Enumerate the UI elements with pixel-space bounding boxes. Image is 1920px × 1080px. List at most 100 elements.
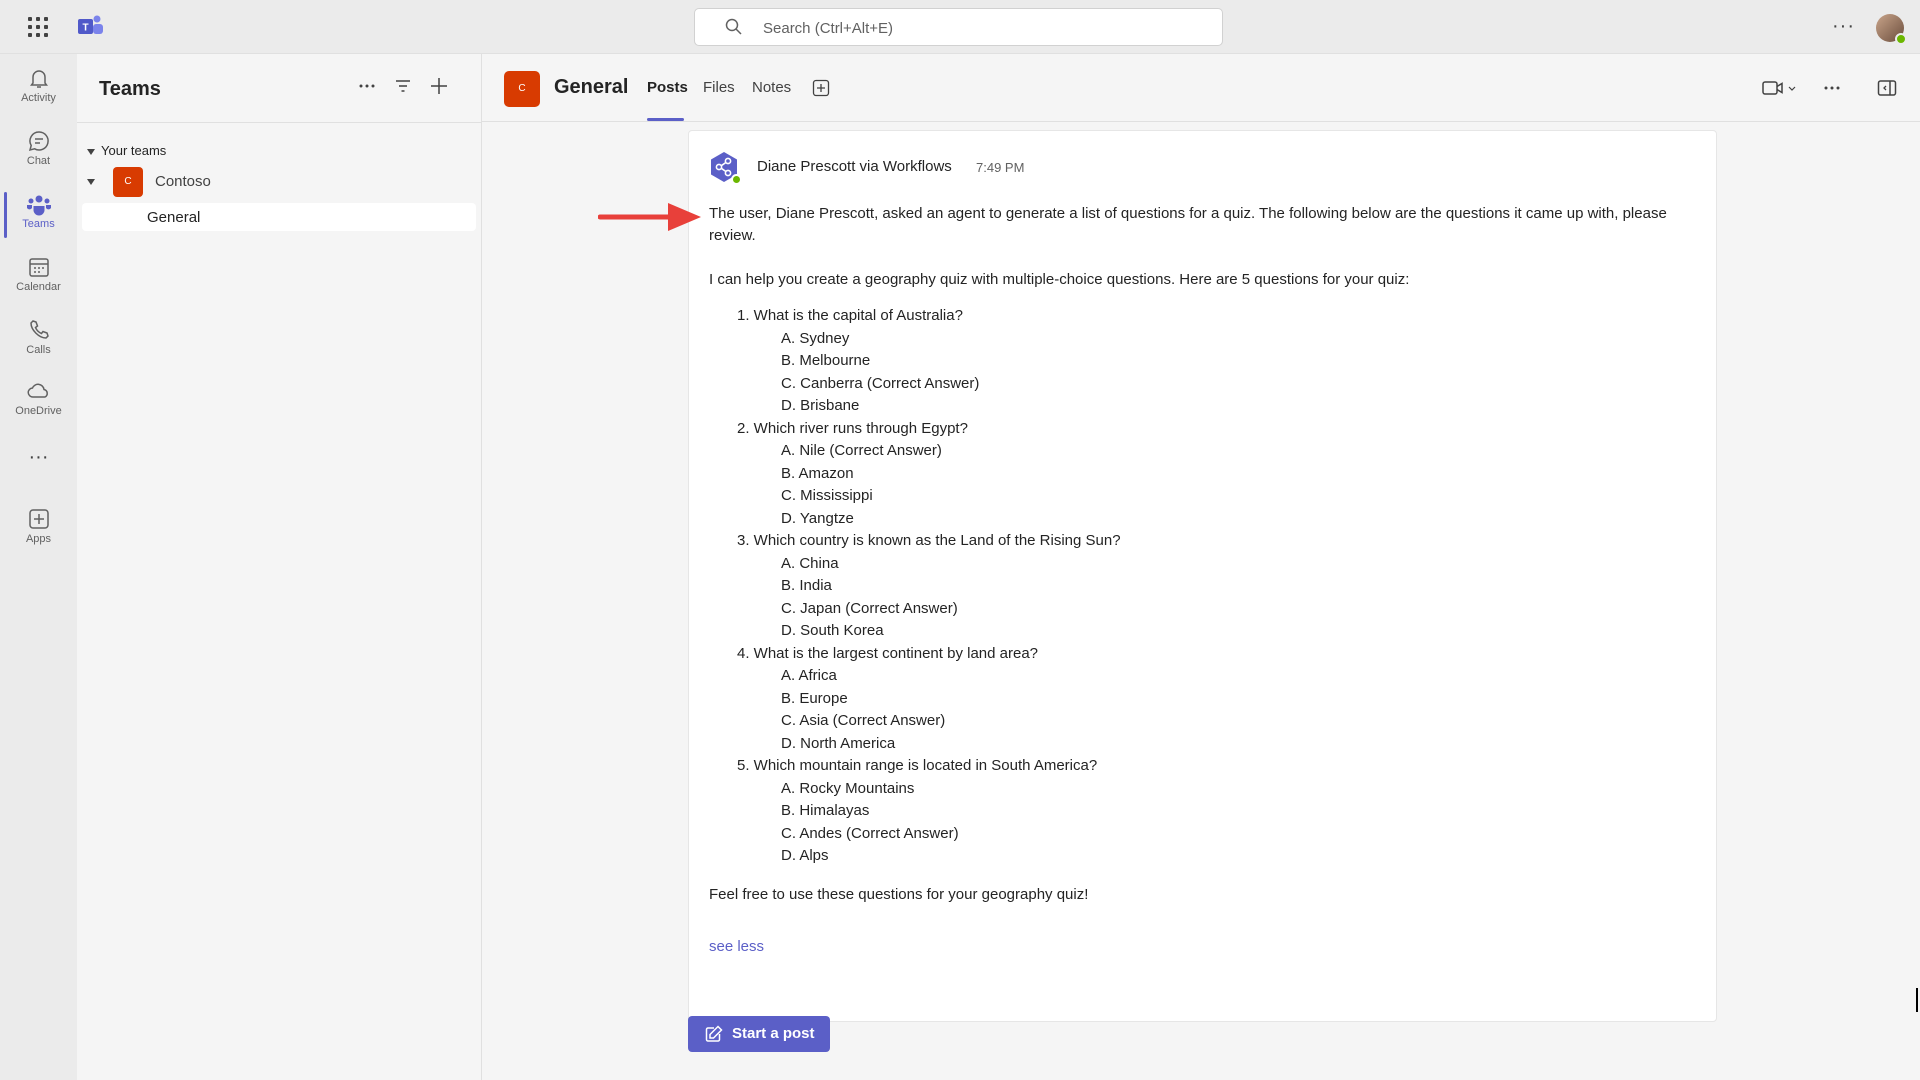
see-less-link[interactable]: see less [709,938,764,955]
team-avatar: C [113,167,143,197]
question-text: 2. Which river runs through Egypt? [737,419,968,437]
add-app-icon [28,509,49,529]
presence-available-icon [731,174,742,185]
answer-option: D. Alps [781,847,829,864]
rail-label: OneDrive [15,405,62,417]
answer-option: C. Japan (Correct Answer) [781,599,958,617]
answer-option: B. Melbourne [781,352,871,369]
rail-label: Calendar [16,281,61,293]
app-rail: Activity Chat Teams Calendar Calls OneDr… [0,54,77,1080]
quiz-question: 4. What is the largest continent by land… [709,643,1699,756]
answer-option: A. Africa [781,667,837,684]
message-timestamp: 7:49 PM [976,160,1025,175]
channel-avatar: C [504,71,540,107]
phone-icon [29,320,49,339]
post-card: Diane Prescott via Workflows 7:49 PM The… [688,130,1717,1022]
answer-option: D. North America [781,734,896,752]
more-apps-icon[interactable]: ··· [0,446,77,469]
more-options-icon[interactable] [1822,78,1842,98]
answer-option: A. Sydney [781,329,850,347]
rail-label: Apps [25,533,52,545]
quiz-question: 3. Which country is known as the Land of… [709,530,1699,643]
search-icon [725,18,742,35]
answer-option: D. South Korea [781,622,884,639]
your-teams-section[interactable]: Your teams [87,143,166,158]
bell-icon [29,70,48,88]
workflows-avatar [708,151,742,185]
settings-more-icon[interactable]: ··· [1832,15,1855,38]
chevron-down-icon [87,148,95,155]
quiz-question: 5. Which mountain range is located in So… [709,755,1699,868]
open-pane-icon[interactable] [1877,78,1897,98]
rail-item-teams[interactable]: Teams [0,186,77,244]
quiz-question-list: 1. What is the capital of Australia? A. S… [709,305,1699,868]
answer-option: B. India [781,577,832,594]
section-label: Your teams [101,143,167,158]
answer-option: A. Nile (Correct Answer) [781,442,942,459]
add-tab-icon[interactable] [812,79,830,97]
answer-option: B. Europe [781,689,848,707]
message-closing: Feel free to use these questions for you… [709,885,1089,903]
rail-item-calls[interactable]: Calls [0,312,77,370]
svg-text:T: T [82,23,88,34]
message-author[interactable]: Diane Prescott via Workflows [757,158,952,175]
question-text: 3. Which country is known as the Land of… [737,532,1121,549]
panel-title: Teams [99,78,161,100]
app-launcher-icon[interactable] [26,15,50,39]
message-intro: The user, Diane Prescott, asked an agent… [709,205,1667,244]
presence-available-icon [1895,33,1907,45]
answer-option: B. Amazon [781,464,854,482]
quiz-question: 1. What is the capital of Australia? A. S… [709,305,1699,418]
rail-item-onedrive[interactable]: OneDrive [0,373,77,431]
rail-label: Teams [22,218,55,230]
tab-files[interactable]: Files [703,79,735,96]
question-text: 5. Which mountain range is located in So… [737,757,1098,774]
answer-option: C. Canberra (Correct Answer) [781,374,980,392]
divider [77,122,482,123]
search-box[interactable]: Search (Ctrl+Alt+E) [694,8,1223,46]
filter-icon[interactable] [393,76,413,96]
avatar[interactable] [1876,14,1907,45]
rail-item-activity[interactable]: Activity [0,60,77,118]
rail-item-chat[interactable]: Chat [0,123,77,181]
compose-icon [705,1025,723,1042]
answer-option: C. Asia (Correct Answer) [781,712,946,729]
annotation-arrow-icon [598,203,701,231]
answer-option: D. Yangtze [781,509,854,527]
cloud-icon [27,383,48,398]
answer-option: A. Rocky Mountains [781,779,915,797]
team-name: Contoso [155,173,211,190]
channel-title: General [554,76,629,98]
start-post-label: Start a post [732,1025,815,1042]
answer-option: C. Mississippi [781,487,873,504]
tab-notes[interactable]: Notes [752,79,791,96]
active-tab-indicator [647,118,684,121]
rail-label: Activity [21,92,56,104]
calendar-icon [28,258,49,277]
video-call-icon[interactable] [1762,78,1796,98]
rail-item-calendar[interactable]: Calendar [0,249,77,307]
channel-name: General [147,209,201,226]
answer-option: D. Brisbane [781,397,860,414]
start-post-button[interactable]: Start a post [688,1016,830,1052]
message-lead: I can help you create a geography quiz w… [709,271,1410,288]
rail-item-apps[interactable]: Apps [0,501,77,559]
question-text: 4. What is the largest continent by land… [737,644,1039,662]
answer-option: B. Himalayas [781,802,870,819]
answer-option: A. China [781,554,839,572]
add-icon[interactable] [429,76,449,96]
tab-posts[interactable]: Posts [647,79,688,96]
chevron-down-icon [87,179,95,185]
text-cursor [1916,988,1918,1012]
message-body: The user, Diane Prescott, asked an agent… [709,203,1699,906]
more-options-icon[interactable] [357,76,377,96]
teams-logo-icon: T [78,14,104,43]
quiz-question: 2. Which river runs through Egypt? A. Nil… [709,418,1699,531]
question-text: 1. What is the capital of Australia? [737,307,963,324]
chat-icon [28,131,49,152]
answer-option: C. Andes (Correct Answer) [781,824,959,842]
search-placeholder: Search (Ctrl+Alt+E) [763,20,894,37]
channel-header: C General Posts Files Notes [482,54,1920,122]
channel-item-general[interactable]: General [82,203,476,231]
top-bar: T Search (Ctrl+Alt+E) ··· [0,0,1920,54]
